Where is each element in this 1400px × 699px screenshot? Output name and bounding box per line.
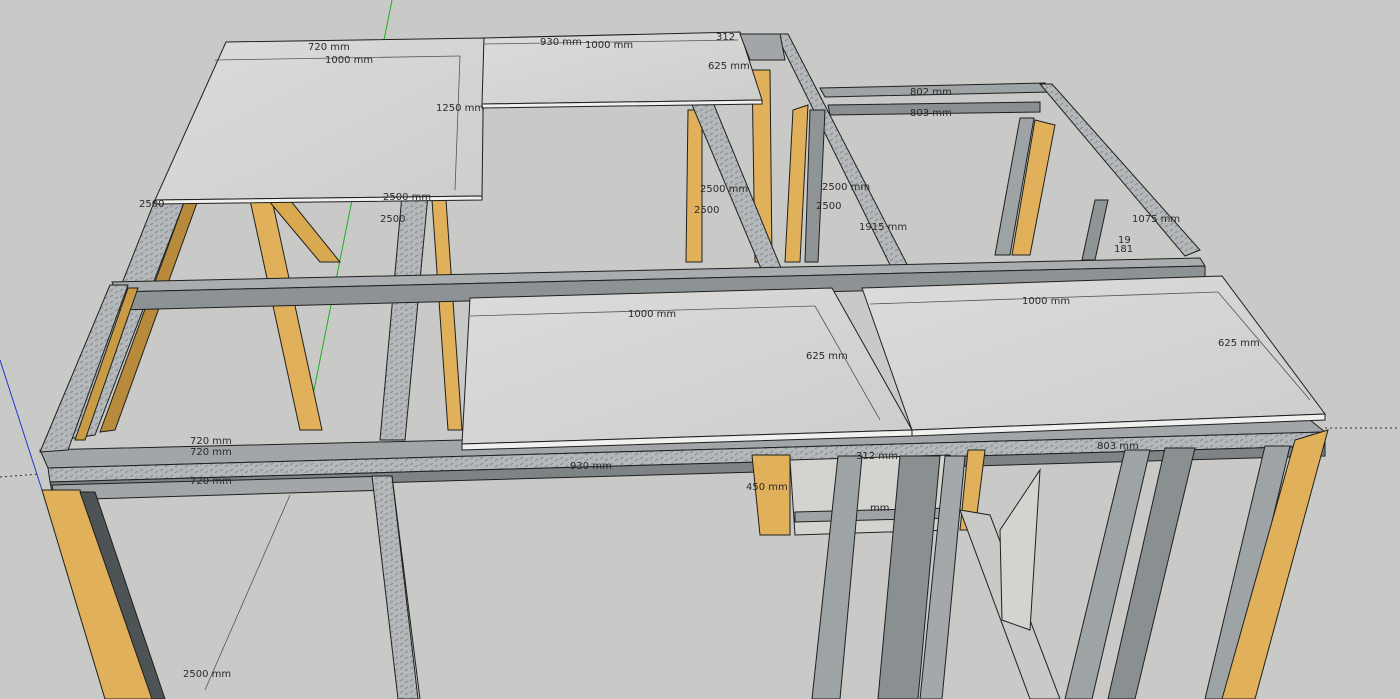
dim-label: 930 mm [570,461,612,472]
dim-label: 803 mm [910,108,952,119]
back-post-osb-2 [784,104,809,263]
dim-label: 1250 mm [436,103,484,114]
dim-label: 1000 mm [585,40,633,51]
dim-label: 720 mm [190,476,232,487]
dim-label: 2500 [380,214,405,225]
dim-label: 2500 mm [700,184,748,195]
dim-label: 2500 [139,199,164,210]
dim-label: 312 mm [856,451,898,462]
dim-label: mm [870,503,889,514]
panel-right[interactable] [861,275,1326,431]
panel-top-left[interactable] [154,37,485,201]
dim-label: 1000 mm [628,309,676,320]
dim-label: 2500 mm [183,669,231,680]
dim-label: 312 [716,32,735,43]
dim-label: 450 mm [746,482,788,493]
dim-label: 2500 [816,201,841,212]
mid-diagonal-rail-2 [379,194,429,441]
right-inner-post [1081,199,1109,261]
dim-label: 1000 mm [1022,296,1070,307]
dim-label: 720 mm [190,436,232,447]
dim-label: 803 mm [1097,441,1139,452]
right-side-panel [999,468,1041,631]
front-mid-post [371,475,419,699]
dim-label: 720 mm [308,42,350,53]
dim-label: 930 mm [540,37,582,48]
dim-label: 19 [1118,235,1131,246]
panel-center[interactable] [461,287,913,445]
dim-label: 625 mm [806,351,848,362]
dim-label: 2500 mm [383,192,431,203]
dim-label: 2500 [694,205,719,216]
dim-label: 720 mm [190,447,232,458]
dim-label: 1075 mm [1132,214,1180,225]
dim-label: 625 mm [1218,338,1260,349]
dim-label: 1000 mm [325,55,373,66]
dim-label: 1915 mm [859,222,907,233]
blue-axis [0,359,43,491]
left-post-steel [431,199,463,431]
sketchup-viewport[interactable]: 720 mm 1000 mm 1250 mm 930 mm 1000 mm 62… [0,0,1400,699]
dim-label: 625 mm [708,61,750,72]
mid-diagonal-rail [689,99,791,291]
3d-model-canvas[interactable]: 720 mm 1000 mm 1250 mm 930 mm 1000 mm 62… [0,0,1400,699]
dim-label: 2500 mm [822,182,870,193]
red-axis-dotted [0,473,41,478]
center-lower-box [751,454,791,536]
right-side-top-rail [1038,83,1201,257]
dim-label: 802 mm [910,87,952,98]
dim-line-bottom-left [204,494,291,691]
